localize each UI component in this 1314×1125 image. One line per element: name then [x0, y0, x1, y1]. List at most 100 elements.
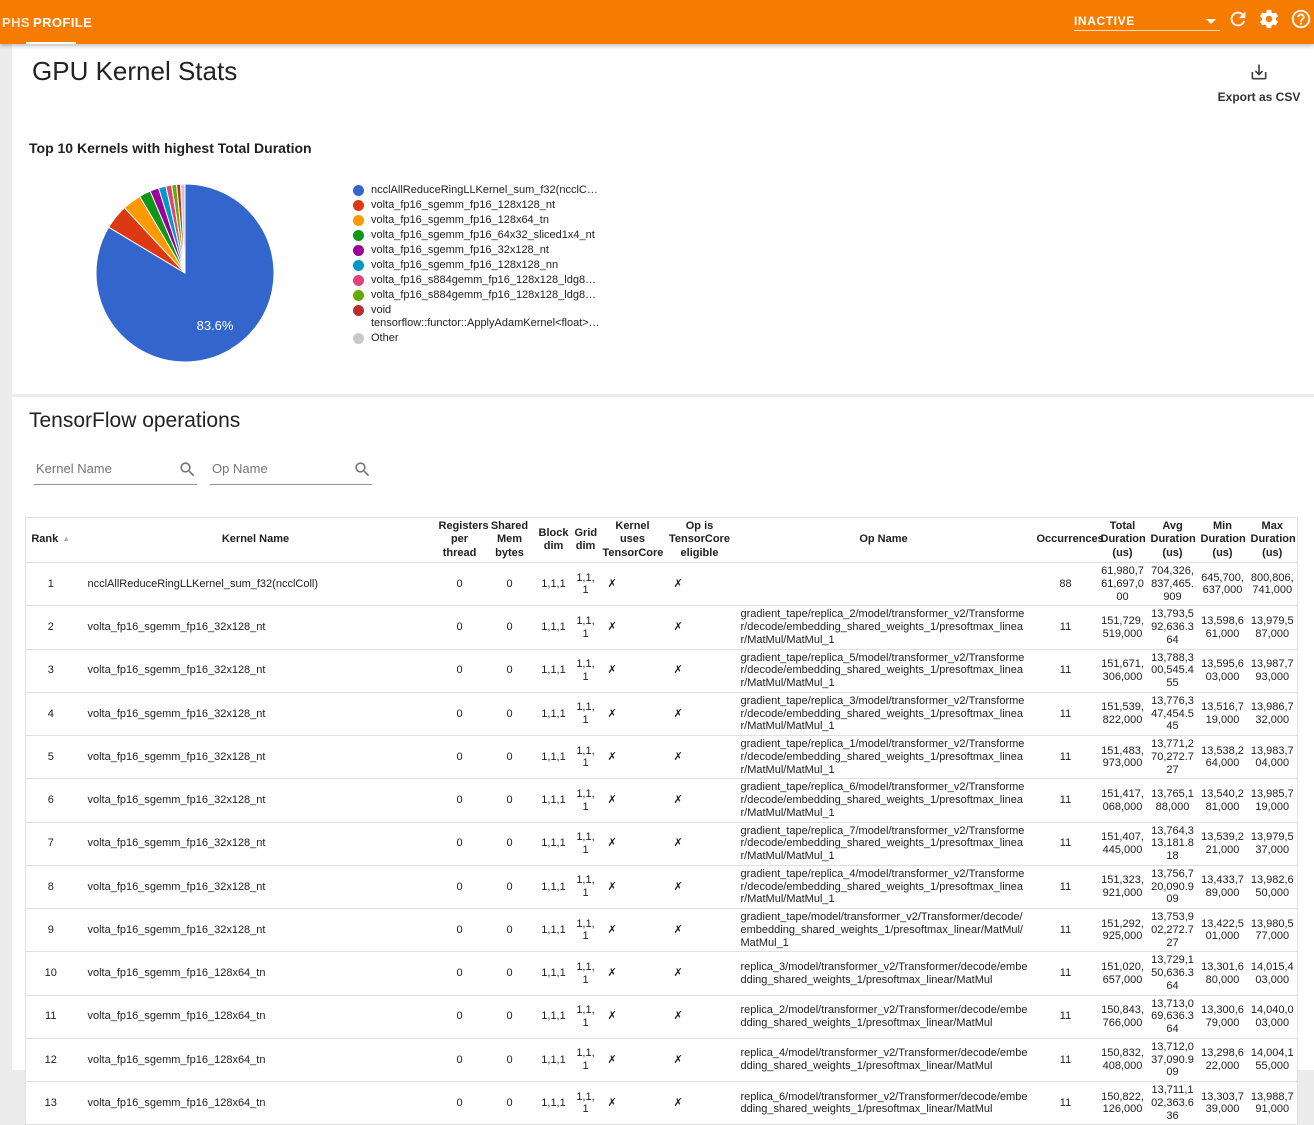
kernel-name-input[interactable]	[34, 457, 197, 485]
cell-shared-mem-bytes: 0	[484, 736, 536, 779]
cell-registers-per-thread: 0	[436, 736, 484, 779]
cell-grid-dim: 1,1,1	[572, 736, 600, 779]
cell-op-tensorcore-eligible: ✗	[666, 779, 734, 822]
cell-kernel-name: volta_fp16_sgemm_fp16_32x128_nt	[76, 736, 436, 779]
cell-occurrences: 11	[1034, 865, 1098, 908]
cell-min-duration: 13,538,264,000	[1198, 736, 1248, 779]
header-shared-mem-bytes[interactable]: Shared Mem bytes	[484, 518, 536, 563]
cell-kernel-uses-tensorcore: ✗	[600, 1038, 666, 1081]
cell-grid-dim: 1,1,1	[572, 952, 600, 995]
cell-kernel-uses-tensorcore: ✗	[600, 909, 666, 952]
header-min-duration[interactable]: Min Duration (us)	[1198, 518, 1248, 563]
header-max-duration[interactable]: Max Duration (us)	[1248, 518, 1298, 563]
cell-registers-per-thread: 0	[436, 779, 484, 822]
help-button[interactable]	[1290, 8, 1312, 30]
cell-max-duration: 13,986,732,000	[1248, 692, 1298, 735]
legend-item: Other	[353, 332, 553, 345]
cell-kernel-uses-tensorcore: ✗	[600, 822, 666, 865]
header-kernel-uses-tensorcore[interactable]: Kernel uses TensorCore	[600, 518, 666, 563]
cell-max-duration: 13,979,537,000	[1248, 822, 1298, 865]
cell-occurrences: 88	[1034, 563, 1098, 606]
cell-op-name: gradient_tape/replica_2/model/transforme…	[734, 606, 1034, 649]
legend-label: volta_fp16_sgemm_fp16_128x64_tn	[371, 214, 549, 227]
legend-label: volta_fp16_sgemm_fp16_64x32_sliced1x4_nt	[371, 229, 595, 242]
header-label: Shared Mem bytes	[491, 520, 528, 559]
chart-legend: ncclAllReduceRingLLKernel_sum_f32(ncclC……	[353, 184, 553, 347]
header-kernel-name[interactable]: Kernel Name	[76, 518, 436, 563]
cell-max-duration: 14,004,155,000	[1248, 1038, 1298, 1081]
cell-op-name: replica_6/model/transformer_v2/Transform…	[734, 1082, 1034, 1125]
tab-profile[interactable]: PROFILE	[33, 0, 92, 44]
legend-swatch-icon	[353, 305, 364, 316]
cell-rank: 2	[26, 606, 76, 649]
cell-shared-mem-bytes: 0	[484, 692, 536, 735]
cell-rank: 1	[26, 563, 76, 606]
op-name-input[interactable]	[210, 457, 372, 485]
cell-shared-mem-bytes: 0	[484, 1082, 536, 1125]
cell-block-dim: 1,1,1	[536, 692, 572, 735]
table-row: 12volta_fp16_sgemm_fp16_128x64_tn001,1,1…	[26, 1038, 1298, 1081]
cell-total-duration: 151,407,445,000	[1098, 822, 1148, 865]
settings-button[interactable]	[1258, 8, 1280, 30]
cell-op-name: gradient_tape/replica_3/model/transforme…	[734, 692, 1034, 735]
cell-avg-duration: 13,753,902,272.727	[1148, 909, 1198, 952]
cell-op-tensorcore-eligible: ✗	[666, 952, 734, 995]
cell-grid-dim: 1,1,1	[572, 865, 600, 908]
cell-op-name: gradient_tape/replica_4/model/transforme…	[734, 865, 1034, 908]
cell-op-name: gradient_tape/replica_1/model/transforme…	[734, 736, 1034, 779]
header-rank[interactable]: Rank▲	[26, 518, 76, 563]
header-avg-duration[interactable]: Avg Duration (us)	[1148, 518, 1198, 563]
cell-occurrences: 11	[1034, 779, 1098, 822]
cell-kernel-name: volta_fp16_sgemm_fp16_128x64_tn	[76, 952, 436, 995]
cell-op-tensorcore-eligible: ✗	[666, 865, 734, 908]
header-op-name[interactable]: Op Name	[734, 518, 1034, 563]
run-selector-value: INACTIVE	[1074, 14, 1135, 28]
legend-item: volta_fp16_s884gemm_fp16_128x128_ldg8…	[353, 289, 553, 302]
run-selector[interactable]: INACTIVE	[1074, 11, 1220, 31]
section-title: TensorFlow operations	[29, 409, 240, 433]
header-label: Total Duration (us)	[1101, 520, 1146, 559]
tab-graphs-partial[interactable]: PHS	[2, 0, 30, 44]
cell-shared-mem-bytes: 0	[484, 865, 536, 908]
cell-occurrences: 11	[1034, 692, 1098, 735]
cell-block-dim: 1,1,1	[536, 995, 572, 1038]
cell-total-duration: 151,323,921,000	[1098, 865, 1148, 908]
cell-total-duration: 150,843,766,000	[1098, 995, 1148, 1038]
cell-kernel-uses-tensorcore: ✗	[600, 779, 666, 822]
header-op-tensorcore-eligible[interactable]: Op is TensorCore eligible	[666, 518, 734, 563]
cell-rank: 3	[26, 649, 76, 692]
header-grid-dim[interactable]: Grid dim	[572, 518, 600, 563]
cell-registers-per-thread: 0	[436, 1038, 484, 1081]
cell-grid-dim: 1,1,1	[572, 779, 600, 822]
legend-swatch-icon	[353, 290, 364, 301]
cell-op-tensorcore-eligible: ✗	[666, 822, 734, 865]
cell-op-name: replica_3/model/transformer_v2/Transform…	[734, 952, 1034, 995]
refresh-button[interactable]	[1227, 8, 1249, 30]
cell-rank: 8	[26, 865, 76, 908]
legend-item: volta_fp16_sgemm_fp16_32x128_nt	[353, 244, 553, 257]
cell-min-duration: 13,539,221,000	[1198, 822, 1248, 865]
header-registers-per-thread[interactable]: Registers per thread	[436, 518, 484, 563]
cell-block-dim: 1,1,1	[536, 1038, 572, 1081]
export-csv-button[interactable]: Export as CSV	[1197, 62, 1314, 104]
cell-registers-per-thread: 0	[436, 865, 484, 908]
header-block-dim[interactable]: Block dim	[536, 518, 572, 563]
cell-op-tensorcore-eligible: ✗	[666, 909, 734, 952]
cell-total-duration: 151,292,925,000	[1098, 909, 1148, 952]
cell-shared-mem-bytes: 0	[484, 822, 536, 865]
header-label: Avg Duration (us)	[1151, 520, 1196, 559]
cell-max-duration: 13,980,577,000	[1248, 909, 1298, 952]
cell-avg-duration: 13,764,313,181.818	[1148, 822, 1198, 865]
legend-swatch-icon	[353, 185, 364, 196]
refresh-icon	[1227, 8, 1249, 30]
cell-kernel-name: volta_fp16_sgemm_fp16_32x128_nt	[76, 779, 436, 822]
cell-avg-duration: 13,788,300,545.455	[1148, 649, 1198, 692]
legend-swatch-icon	[353, 333, 364, 344]
header-occurrences[interactable]: Occurrences	[1034, 518, 1098, 563]
header-total-duration[interactable]: Total Duration (us)	[1098, 518, 1148, 563]
cell-op-tensorcore-eligible: ✗	[666, 606, 734, 649]
header-label: Kernel Name	[222, 533, 289, 545]
legend-swatch-icon	[353, 260, 364, 271]
cell-rank: 7	[26, 822, 76, 865]
cell-block-dim: 1,1,1	[536, 779, 572, 822]
